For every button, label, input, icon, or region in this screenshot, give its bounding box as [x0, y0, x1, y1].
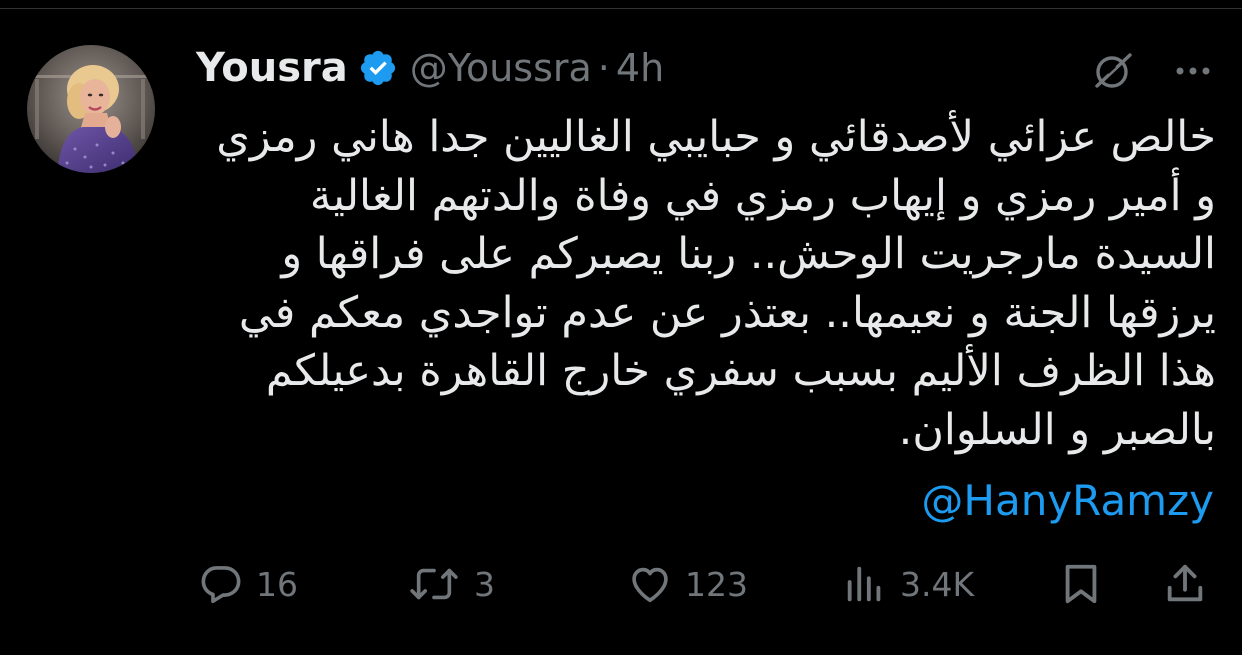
tweet-header: Yousra @Youssra · 4h	[196, 40, 664, 96]
repost-button[interactable]: 3	[406, 556, 495, 612]
separator-dot: ·	[597, 46, 610, 90]
author-name[interactable]: Yousra	[196, 45, 348, 91]
share-button[interactable]	[1162, 556, 1208, 612]
action-bar: 16 3 123 3.4K	[0, 556, 1242, 612]
tweet-text: خالص عزائي لأصدقائي و حبايبي الغاليين جد…	[150, 108, 1216, 459]
tweet-text-line: هذا الظرف الأليم بسبب سفري خارج القاهرة …	[265, 346, 1216, 396]
views-icon	[842, 561, 888, 607]
verified-badge-icon[interactable]	[358, 48, 398, 88]
like-icon	[627, 561, 673, 607]
top-divider	[0, 8, 1242, 9]
reply-button[interactable]: 16	[198, 556, 298, 612]
tweet-text-line: يرزقها الجنة و نعيمها.. بعتذر عن عدم توا…	[238, 287, 1216, 338]
reply-icon	[198, 561, 244, 607]
header-icons	[1090, 48, 1214, 98]
tweet-time[interactable]: 4h	[616, 46, 664, 90]
repost-icon	[406, 561, 462, 607]
tweet-text-line: و أمير رمزي و إيهاب رمزي في وفاة والدتهم…	[309, 170, 1216, 221]
more-icon[interactable]	[1172, 50, 1214, 96]
share-icon	[1162, 561, 1208, 607]
like-count: 123	[685, 564, 748, 604]
like-button[interactable]: 123	[627, 556, 748, 612]
author-handle[interactable]: @Youssra	[410, 46, 592, 90]
bookmark-icon	[1058, 561, 1104, 607]
bookmark-button[interactable]	[1058, 556, 1104, 612]
tweet-text-line: السيدة مارجريت الوحش.. ربنا يصبركم على ف…	[281, 229, 1216, 279]
reply-count: 16	[256, 564, 298, 604]
repost-count: 3	[474, 564, 495, 604]
views-count: 3.4K	[900, 564, 975, 604]
tweet-text-line: خالص عزائي لأصدقائي و حبايبي الغاليين جد…	[216, 112, 1216, 162]
tweet-text-line: بالصبر و السلوان.	[898, 404, 1216, 455]
mention-link[interactable]: @HanyRamzy	[921, 476, 1214, 525]
views-button[interactable]: 3.4K	[842, 556, 974, 612]
grok-icon[interactable]	[1090, 48, 1136, 98]
avatar[interactable]	[27, 45, 155, 173]
